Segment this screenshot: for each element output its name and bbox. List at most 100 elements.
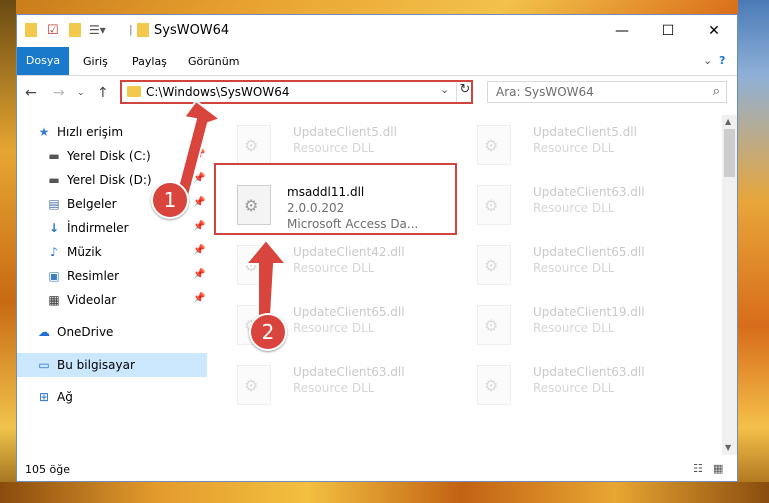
new-folder-icon[interactable] bbox=[69, 23, 81, 37]
pictures-icon: ▣ bbox=[48, 269, 60, 283]
sidebar-item-label: Videolar bbox=[67, 293, 117, 307]
file-type: Resource DLL bbox=[293, 141, 375, 155]
file-type: Resource DLL bbox=[293, 381, 375, 395]
drive-icon: ▬ bbox=[48, 149, 60, 163]
item-count: 105 öğe bbox=[25, 463, 70, 476]
back-arrow-icon[interactable]: ← bbox=[25, 85, 37, 101]
pin-icon[interactable]: 📌 bbox=[193, 245, 205, 256]
sidebar-item-label: Resimler bbox=[67, 269, 120, 283]
ribbon-expand-icon[interactable]: ⌄ bbox=[703, 54, 712, 67]
sidebar-item-label: Hızlı erişim bbox=[57, 125, 124, 139]
large-icons-view-icon[interactable]: ▦ bbox=[713, 463, 727, 475]
tab-view[interactable]: Görünüm bbox=[188, 55, 239, 68]
folder-icon bbox=[25, 23, 37, 37]
file-type: Resource DLL bbox=[533, 201, 615, 215]
desktop-background-right bbox=[738, 0, 769, 503]
sidebar-item-label: Yerel Disk (D:) bbox=[67, 173, 152, 187]
sidebar-item-label: Yerel Disk (C:) bbox=[67, 149, 151, 163]
computer-icon: ▭ bbox=[38, 358, 50, 372]
scroll-thumb[interactable] bbox=[724, 129, 735, 177]
sidebar-item-this-pc[interactable]: ▭ Bu bilgisayar bbox=[17, 353, 207, 377]
ribbon: Dosya Giriş Paylaş Görünüm ⌄ ? bbox=[17, 47, 737, 76]
dll-file-icon bbox=[237, 365, 271, 405]
sidebar-item-onedrive[interactable]: ☁ OneDrive bbox=[17, 320, 207, 344]
callout-badge-2: 2 bbox=[249, 313, 287, 351]
file-type: Resource DLL bbox=[533, 321, 615, 335]
vertical-scrollbar[interactable]: ▲ ▼ bbox=[722, 115, 737, 455]
pin-icon[interactable]: 📌 bbox=[193, 293, 205, 304]
video-icon: ▦ bbox=[48, 293, 60, 307]
sidebar-item-pictures[interactable]: ▣ Resimler 📌 bbox=[17, 264, 207, 288]
dll-file-icon bbox=[477, 185, 511, 225]
dll-file-icon bbox=[477, 245, 511, 285]
pin-icon[interactable]: 📌 bbox=[193, 221, 205, 232]
file-item[interactable]: UpdateClient19.dll Resource DLL bbox=[467, 299, 697, 355]
refresh-icon[interactable]: ↻ bbox=[456, 82, 473, 102]
separator-icon: | bbox=[129, 23, 133, 36]
dll-file-icon bbox=[477, 365, 511, 405]
file-name: UpdateClient63.dll bbox=[533, 365, 645, 379]
star-icon: ★ bbox=[38, 125, 50, 139]
close-button[interactable]: ✕ bbox=[691, 15, 737, 47]
file-item[interactable]: UpdateClient5.dll Resource DLL bbox=[467, 119, 697, 175]
address-folder-icon bbox=[127, 86, 141, 97]
file-item[interactable]: UpdateClient63.dll Resource DLL bbox=[227, 359, 457, 415]
sidebar-item-label: OneDrive bbox=[57, 325, 114, 339]
file-name: UpdateClient65.dll bbox=[533, 245, 645, 259]
title-bar: ☑ ☰▾ | SysWOW64 — ☐ ✕ bbox=[17, 15, 737, 47]
file-name: UpdateClient65.dll bbox=[293, 305, 405, 319]
scroll-down-icon[interactable]: ▼ bbox=[725, 443, 731, 452]
tab-file[interactable]: Dosya bbox=[17, 47, 69, 75]
tab-home[interactable]: Giriş bbox=[83, 55, 108, 68]
window-title: SysWOW64 bbox=[154, 23, 230, 38]
cloud-icon: ☁ bbox=[38, 325, 50, 339]
file-name: UpdateClient5.dll bbox=[533, 125, 637, 139]
download-icon: ↓ bbox=[48, 221, 60, 235]
dll-file-icon bbox=[237, 125, 271, 165]
file-type: Resource DLL bbox=[533, 141, 615, 155]
sidebar-item-label: Belgeler bbox=[67, 197, 117, 211]
properties-icon[interactable]: ☑ bbox=[47, 23, 59, 38]
tab-share[interactable]: Paylaş bbox=[132, 55, 167, 68]
file-type: Resource DLL bbox=[533, 381, 615, 395]
search-icon[interactable]: ⌕ bbox=[713, 84, 720, 99]
callout-badge-1: 1 bbox=[151, 181, 189, 219]
sidebar-item-videos[interactable]: ▦ Videolar 📌 bbox=[17, 288, 207, 312]
customize-quick-access-icon[interactable]: ☰▾ bbox=[89, 23, 106, 37]
window-folder-icon bbox=[137, 23, 149, 37]
file-name: UpdateClient5.dll bbox=[293, 125, 397, 139]
sidebar-item-label: Ağ bbox=[57, 390, 73, 404]
address-dropdown-icon[interactable]: ⌄ bbox=[440, 83, 449, 96]
sidebar-item-label: Bu bilgisayar bbox=[57, 358, 135, 372]
file-highlight-box bbox=[214, 163, 457, 235]
pin-icon[interactable]: 📌 bbox=[193, 269, 205, 280]
file-name: UpdateClient63.dll bbox=[533, 185, 645, 199]
file-item[interactable]: UpdateClient65.dll Resource DLL bbox=[467, 239, 697, 295]
search-box[interactable]: Ara: SysWOW64 ⌕ bbox=[487, 81, 727, 103]
forward-arrow-icon[interactable]: → bbox=[53, 85, 65, 101]
details-view-icon[interactable]: ☷ bbox=[693, 463, 707, 475]
dll-file-icon bbox=[477, 125, 511, 165]
file-explorer-window: ☑ ☰▾ | SysWOW64 — ☐ ✕ Dosya Giriş Paylaş… bbox=[16, 14, 738, 482]
network-icon: ⊞ bbox=[38, 390, 50, 404]
dll-file-icon bbox=[477, 305, 511, 345]
search-placeholder[interactable]: Ara: SysWOW64 bbox=[496, 85, 594, 99]
sidebar-item-label: Müzik bbox=[67, 245, 102, 259]
recent-locations-icon[interactable]: ⌄ bbox=[77, 88, 85, 98]
help-icon[interactable]: ? bbox=[719, 54, 725, 67]
navigation-bar: ← → ⌄ ↑ C:\Windows\SysWOW64 ⌄ ↻ Ara: Sys… bbox=[17, 75, 737, 111]
drive-icon: ▬ bbox=[48, 173, 60, 187]
maximize-button[interactable]: ☐ bbox=[645, 15, 691, 47]
sidebar-item-music[interactable]: ♪ Müzik 📌 bbox=[17, 240, 207, 264]
file-name: UpdateClient42.dll bbox=[293, 245, 405, 259]
desktop-background-left bbox=[0, 0, 16, 503]
scroll-up-icon[interactable]: ▲ bbox=[725, 117, 731, 126]
sidebar-item-downloads[interactable]: ↓ İndirmeler 📌 bbox=[17, 216, 207, 240]
sidebar-item-network[interactable]: ⊞ Ağ bbox=[17, 385, 207, 409]
status-bar: 105 öğe ☷ ▦ bbox=[17, 459, 737, 481]
file-item[interactable]: UpdateClient63.dll Resource DLL bbox=[467, 179, 697, 235]
file-item[interactable]: UpdateClient63.dll Resource DLL bbox=[467, 359, 697, 415]
desktop-background-bottom bbox=[0, 482, 769, 503]
up-arrow-icon[interactable]: ↑ bbox=[97, 85, 109, 101]
minimize-button[interactable]: — bbox=[599, 15, 645, 47]
